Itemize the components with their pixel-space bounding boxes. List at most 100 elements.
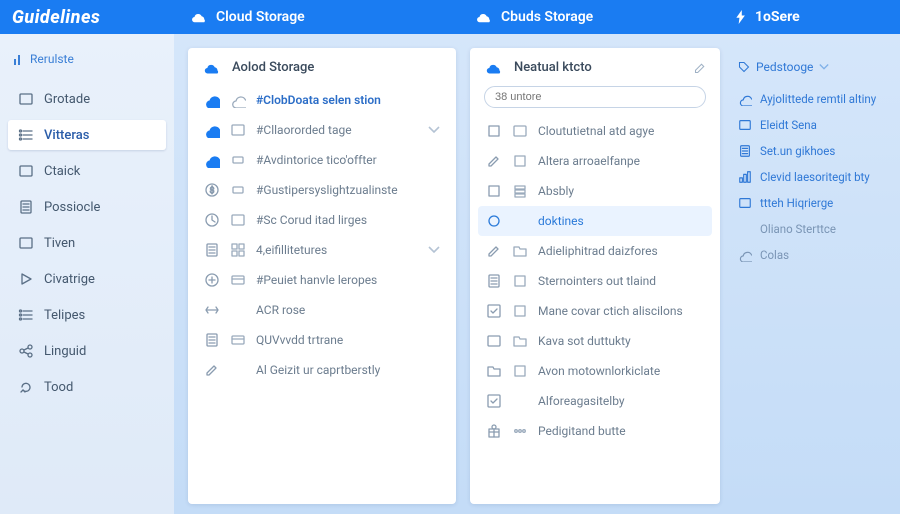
doc-icon bbox=[204, 242, 220, 258]
right-link-4[interactable]: ttteh Hiqrierge bbox=[734, 190, 882, 216]
check-icon bbox=[486, 393, 502, 409]
dollar-icon bbox=[204, 182, 220, 198]
cloud-icon bbox=[202, 61, 222, 75]
right-column-header[interactable]: Pedstooge bbox=[734, 58, 882, 86]
sidebar-item-6[interactable]: Telipes bbox=[8, 300, 166, 330]
tag-icon bbox=[738, 61, 750, 73]
sidebar-item-0[interactable]: Grotade bbox=[8, 84, 166, 114]
panel-a-row-9[interactable]: Al Geizit ur caprtberstly bbox=[202, 355, 442, 385]
cloud-icon bbox=[230, 92, 246, 108]
panel-b-row-5[interactable]: Sternointers out tlaind bbox=[484, 266, 706, 296]
row-label: Kava sot duttukty bbox=[538, 334, 704, 348]
brand-label: Guidelines bbox=[0, 7, 190, 28]
sidebar-item-label: Civatrige bbox=[44, 272, 95, 287]
edit-icon[interactable] bbox=[694, 62, 706, 74]
tag-icon bbox=[230, 152, 246, 168]
panel-b-row-6[interactable]: Mane covar ctich aliscilons bbox=[484, 296, 706, 326]
topbar-section-2-label: Cbuds Storage bbox=[501, 9, 593, 25]
row-label: QUVvvdd trtrane bbox=[256, 333, 440, 347]
row-label: Al Geizit ur caprtberstly bbox=[256, 363, 440, 377]
panel-b-row-1[interactable]: Altera arroaelfanpe bbox=[484, 146, 706, 176]
right-link-0[interactable]: Ayjolittede remtil altiny bbox=[734, 86, 882, 112]
row-label: #Gustipersyslightzualinste bbox=[256, 183, 440, 197]
edit-icon bbox=[486, 153, 502, 169]
cloud-icon bbox=[738, 92, 752, 106]
panel-a-row-8[interactable]: QUVvvdd trtrane bbox=[202, 325, 442, 355]
sidebar-item-5[interactable]: Civatrige bbox=[8, 264, 166, 294]
arrows-icon bbox=[204, 302, 220, 318]
cloud-icon bbox=[475, 10, 493, 24]
plus-icon bbox=[204, 272, 220, 288]
box-icon bbox=[18, 163, 34, 179]
chevron-down-icon bbox=[819, 63, 829, 71]
panel-a-row-0[interactable]: #ClobDoata selen stion bbox=[202, 85, 442, 115]
box-icon bbox=[486, 333, 502, 349]
panel-b-row-4[interactable]: Adieliphitrad daizfores bbox=[484, 236, 706, 266]
right-link-label: Ayjolittede remtil altiny bbox=[760, 92, 876, 106]
panel-a-row-4[interactable]: #Sc Corud itad lirges bbox=[202, 205, 442, 235]
row-label: Absbly bbox=[538, 184, 704, 198]
panel-b-row-9[interactable]: Alforeagasitelby bbox=[484, 386, 706, 416]
right-link-6[interactable]: Colas bbox=[734, 242, 882, 268]
topbar-section-2[interactable]: Cbuds Storage bbox=[475, 9, 735, 25]
sidebar-item-1[interactable]: Vitteras bbox=[8, 120, 166, 150]
list-icon bbox=[18, 307, 34, 323]
folder-icon bbox=[512, 243, 528, 259]
search-input[interactable] bbox=[484, 86, 706, 108]
panel-b-row-3[interactable]: doktines bbox=[478, 206, 712, 236]
edit-icon bbox=[486, 243, 502, 259]
row-label: #Peuiet hanvle leropes bbox=[256, 273, 440, 287]
sidebar-item-2[interactable]: Ctaick bbox=[8, 156, 166, 186]
top-bar: Guidelines Cloud Storage Cbuds Storage 1… bbox=[0, 0, 900, 34]
panel-b-row-10[interactable]: Pedigitand butte bbox=[484, 416, 706, 446]
panel-b-row-7[interactable]: Kava sot duttukty bbox=[484, 326, 706, 356]
edit-icon bbox=[204, 362, 220, 378]
topbar-section-1-label: Cloud Storage bbox=[216, 9, 305, 25]
sidebar-item-4[interactable]: Tiven bbox=[8, 228, 166, 258]
folder-icon bbox=[512, 333, 528, 349]
cloud-icon bbox=[204, 122, 220, 138]
sidebar-item-label: Linguid bbox=[44, 344, 86, 359]
topbar-section-3[interactable]: 1oSere bbox=[735, 9, 900, 25]
right-link-label: Eleidt Sena bbox=[760, 118, 817, 132]
panel-a-row-5[interactable]: 4,eifillitetures bbox=[202, 235, 442, 265]
clock-icon bbox=[204, 212, 220, 228]
box-icon bbox=[230, 212, 246, 228]
cloud-icon bbox=[204, 92, 220, 108]
square-icon bbox=[486, 183, 502, 199]
square-icon bbox=[512, 273, 528, 289]
box-icon bbox=[738, 196, 752, 210]
panel-b-row-2[interactable]: Absbly bbox=[484, 176, 706, 206]
bar-icon bbox=[14, 53, 24, 65]
right-link-label: Set.un gikhoes bbox=[760, 144, 835, 158]
sidebar-item-3[interactable]: Possiocle bbox=[8, 192, 166, 222]
grid-icon bbox=[230, 242, 246, 258]
right-link-2[interactable]: Set.un gikhoes bbox=[734, 138, 882, 164]
doc-icon bbox=[738, 144, 752, 158]
panel-a-row-6[interactable]: #Peuiet hanvle leropes bbox=[202, 265, 442, 295]
panel-a-row-7[interactable]: ACR rose bbox=[202, 295, 442, 325]
left-nav-top-link[interactable]: Rerulste bbox=[8, 48, 166, 84]
box-icon bbox=[512, 123, 528, 139]
panel-b-row-8[interactable]: Avon motownlorkiclate bbox=[484, 356, 706, 386]
row-label: 4,eifillitetures bbox=[256, 243, 418, 257]
sidebar-item-7[interactable]: Linguid bbox=[8, 336, 166, 366]
panel-a-row-1[interactable]: #Cllaororded tage bbox=[202, 115, 442, 145]
row-label: ACR rose bbox=[256, 303, 440, 317]
square-icon bbox=[486, 123, 502, 139]
panel-a-title: Aolod Storage bbox=[232, 60, 314, 75]
panel-b-row-0[interactable]: Cloututietnal atd agye bbox=[484, 116, 706, 146]
row-label: Cloututietnal atd agye bbox=[538, 124, 704, 138]
panel-storage-b: Neatual ktcto Cloututietnal atd agyeAlte… bbox=[470, 48, 720, 504]
right-link-3[interactable]: Clevid laesoritegit bty bbox=[734, 164, 882, 190]
panel-a-row-3[interactable]: #Gustipersyslightzualinste bbox=[202, 175, 442, 205]
square-icon bbox=[512, 363, 528, 379]
topbar-section-1[interactable]: Cloud Storage bbox=[190, 9, 475, 25]
right-column: Pedstooge Ayjolittede remtil altiny Eleid… bbox=[734, 48, 886, 504]
right-link-1[interactable]: Eleidt Sena bbox=[734, 112, 882, 138]
sidebar-item-8[interactable]: Tood bbox=[8, 372, 166, 402]
panel-a-row-2[interactable]: #Avdintorice tico'offter bbox=[202, 145, 442, 175]
card-icon bbox=[230, 272, 246, 288]
sidebar-item-label: Tood bbox=[44, 380, 73, 395]
right-link-5[interactable]: Oliano Sterttce bbox=[734, 216, 882, 242]
